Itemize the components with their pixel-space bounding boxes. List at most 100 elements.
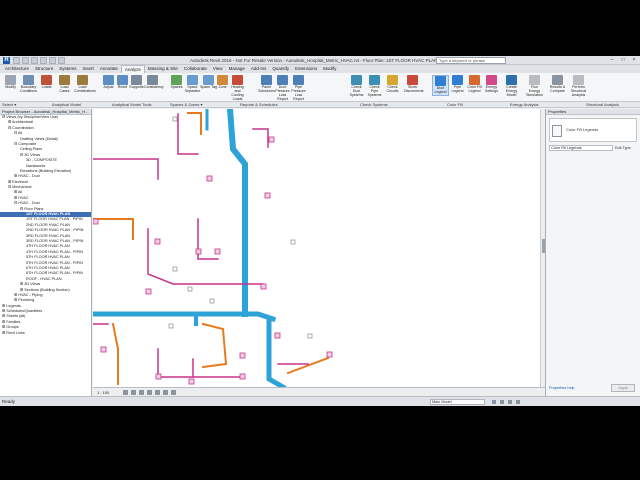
tab-extensions[interactable]: Extensions bbox=[292, 65, 320, 73]
crop-view-icon[interactable] bbox=[155, 390, 160, 395]
undo-icon[interactable] bbox=[31, 57, 38, 64]
redo-icon[interactable] bbox=[40, 57, 47, 64]
branch-orange-2 bbox=[93, 218, 134, 240]
maximize-button[interactable]: □ bbox=[619, 57, 627, 64]
create-energy-model-button[interactable]: Create Energy Model bbox=[503, 75, 520, 97]
edit-type-button[interactable]: Edit Type bbox=[615, 145, 631, 151]
ribbon-panel-label[interactable]: Energy Analysis bbox=[510, 102, 538, 108]
status-text: Ready bbox=[2, 399, 16, 404]
tab-systems[interactable]: Systems bbox=[56, 65, 79, 73]
supports-button[interactable]: Supports bbox=[128, 75, 145, 96]
ribbon-tabs: Architecture Structure Systems Insert Annota… bbox=[0, 65, 640, 73]
load-cases-button[interactable]: Load Cases bbox=[56, 75, 73, 96]
select-pinned-icon[interactable] bbox=[516, 400, 520, 404]
ribbon-panel-label[interactable]: Analytical Model bbox=[52, 102, 81, 108]
pipe-legend-button[interactable]: Pipe Legend bbox=[449, 75, 466, 96]
visual-style-icon[interactable] bbox=[131, 390, 136, 395]
tab-annotate[interactable]: Annotate bbox=[97, 65, 121, 73]
air-terminal bbox=[206, 175, 213, 182]
model-selector[interactable]: Main Model bbox=[430, 399, 485, 405]
view-scale[interactable]: 1 : 100 bbox=[97, 389, 109, 396]
ribbon-panel-label[interactable]: Analytical Model Tools bbox=[112, 102, 152, 108]
tab-quantify[interactable]: Quantify bbox=[269, 65, 292, 73]
ribbon-panel-label[interactable]: Color Fill bbox=[447, 102, 463, 108]
tab-massing-site[interactable]: Massing & Site bbox=[145, 65, 181, 73]
check-pipe-systems-button[interactable]: Check Pipe Systems bbox=[366, 75, 383, 97]
duct-legend-button[interactable]: Duct Legend bbox=[432, 75, 449, 96]
space-tag bbox=[168, 323, 174, 329]
tab-analyze[interactable]: Analyze bbox=[120, 65, 145, 73]
reveal-hidden-icon[interactable] bbox=[171, 390, 176, 395]
heating-and-cooling-loads-button[interactable]: Heating and Cooling Loads bbox=[229, 75, 246, 101]
space-tag bbox=[172, 116, 178, 122]
modify-button[interactable]: Modify bbox=[2, 75, 19, 96]
print-icon[interactable] bbox=[49, 57, 56, 64]
check-circuits-button[interactable]: Check Circuits bbox=[384, 75, 401, 96]
properties-help-link[interactable]: Properties help bbox=[549, 386, 575, 390]
ribbon-button-label: Show Disconnects bbox=[404, 85, 424, 93]
ribbon-panel-label[interactable]: Spaces & Zones ▾ bbox=[170, 102, 202, 108]
duct-legend-icon bbox=[435, 76, 446, 86]
ribbon-panel-label[interactable]: Structural Analysis bbox=[586, 102, 619, 108]
tab-architecture[interactable]: Architecture bbox=[2, 65, 32, 73]
pipe-pressure-loss-report-button[interactable]: Pipe Pressure Loss Report bbox=[290, 75, 307, 101]
consistency-button[interactable]: Consistency bbox=[144, 75, 164, 96]
show-disconnects-button[interactable]: Show Disconnects bbox=[404, 75, 424, 96]
type-selector-label: Color Fill Legends bbox=[566, 127, 599, 132]
panel-schedules-icon bbox=[261, 75, 272, 85]
results-compare-button[interactable]: Results & Compare bbox=[549, 75, 566, 96]
space-tag bbox=[209, 298, 215, 304]
ribbon-panel-label[interactable]: Reports & Schedules bbox=[240, 102, 278, 108]
load-combinations-button[interactable]: Load Combinations bbox=[74, 75, 96, 96]
search-input[interactable]: Type a keyword or phrase bbox=[436, 57, 506, 64]
space-tag-icon bbox=[203, 75, 214, 85]
ribbon-button-label: Pipe Legend bbox=[451, 85, 464, 93]
perform-structural-analysis-button[interactable]: Perform Structural Analysis bbox=[570, 75, 587, 97]
shadows-icon[interactable] bbox=[147, 390, 152, 395]
tab-insert[interactable]: Insert bbox=[80, 65, 97, 73]
ribbon-panel-label[interactable]: Check Systems bbox=[360, 102, 388, 108]
apply-button[interactable]: Apply bbox=[611, 384, 635, 392]
boundary-conditions-button[interactable]: Boundary Conditions bbox=[20, 75, 37, 96]
air-terminal bbox=[154, 238, 161, 245]
save-icon[interactable] bbox=[22, 57, 29, 64]
revit-logo-icon[interactable]: R bbox=[3, 57, 10, 64]
select-underlay-icon[interactable] bbox=[508, 400, 512, 404]
browser-tree-item[interactable]: ⊞ Revit Links bbox=[0, 331, 91, 336]
type-selector[interactable]: Color Fill Legends bbox=[549, 118, 637, 142]
minimize-button[interactable]: – bbox=[608, 57, 616, 64]
tab-modify[interactable]: Modify bbox=[320, 65, 339, 73]
tab-add-ins[interactable]: Add-Ins bbox=[248, 65, 270, 73]
drawing-canvas[interactable] bbox=[93, 109, 545, 387]
temporary-hide-icon[interactable] bbox=[163, 390, 168, 395]
window-controls: – □ × bbox=[608, 57, 638, 64]
select-links-icon[interactable] bbox=[500, 400, 504, 404]
revit-window: R Autodesk Revit 2016 - Not For Resale V… bbox=[0, 56, 640, 406]
color-fill-legend-button[interactable]: Color Fill Legend bbox=[466, 75, 483, 96]
run-energy-simulation-button[interactable]: Run Energy Simulation bbox=[526, 75, 543, 97]
tab-view[interactable]: View bbox=[210, 65, 226, 73]
zone-icon bbox=[217, 75, 228, 85]
detail-level-icon[interactable] bbox=[123, 390, 128, 395]
ribbon-panel-label[interactable]: Select ▾ bbox=[2, 102, 16, 108]
consistency-icon bbox=[147, 75, 158, 85]
measure-icon[interactable] bbox=[58, 57, 65, 64]
space-separator-button[interactable]: Space Separator bbox=[184, 75, 201, 96]
duct-pressure-loss-report-button[interactable]: Duct Pressure Loss Report bbox=[274, 75, 291, 101]
properties-filter-dropdown[interactable]: Color Fill Legends bbox=[549, 145, 613, 151]
filter-icon[interactable] bbox=[492, 400, 496, 404]
air-terminal bbox=[260, 283, 267, 290]
ribbon-button-label: Boundary Conditions bbox=[20, 85, 37, 93]
tab-collaborate[interactable]: Collaborate bbox=[181, 65, 210, 73]
spaces-button[interactable]: Spaces bbox=[168, 75, 185, 96]
loads-button[interactable]: Loads bbox=[38, 75, 55, 96]
check-duct-systems-button[interactable]: Check Duct Systems bbox=[348, 75, 365, 97]
open-icon[interactable] bbox=[13, 57, 20, 64]
energy-settings-button[interactable]: Energy Settings bbox=[483, 75, 500, 96]
panel-schedules-button[interactable]: Panel Schedules bbox=[258, 75, 275, 96]
close-button[interactable]: × bbox=[630, 57, 638, 64]
tab-manage[interactable]: Manage bbox=[226, 65, 248, 73]
air-terminal bbox=[326, 351, 333, 358]
sun-path-icon[interactable] bbox=[139, 390, 144, 395]
tab-structure[interactable]: Structure bbox=[32, 65, 56, 73]
